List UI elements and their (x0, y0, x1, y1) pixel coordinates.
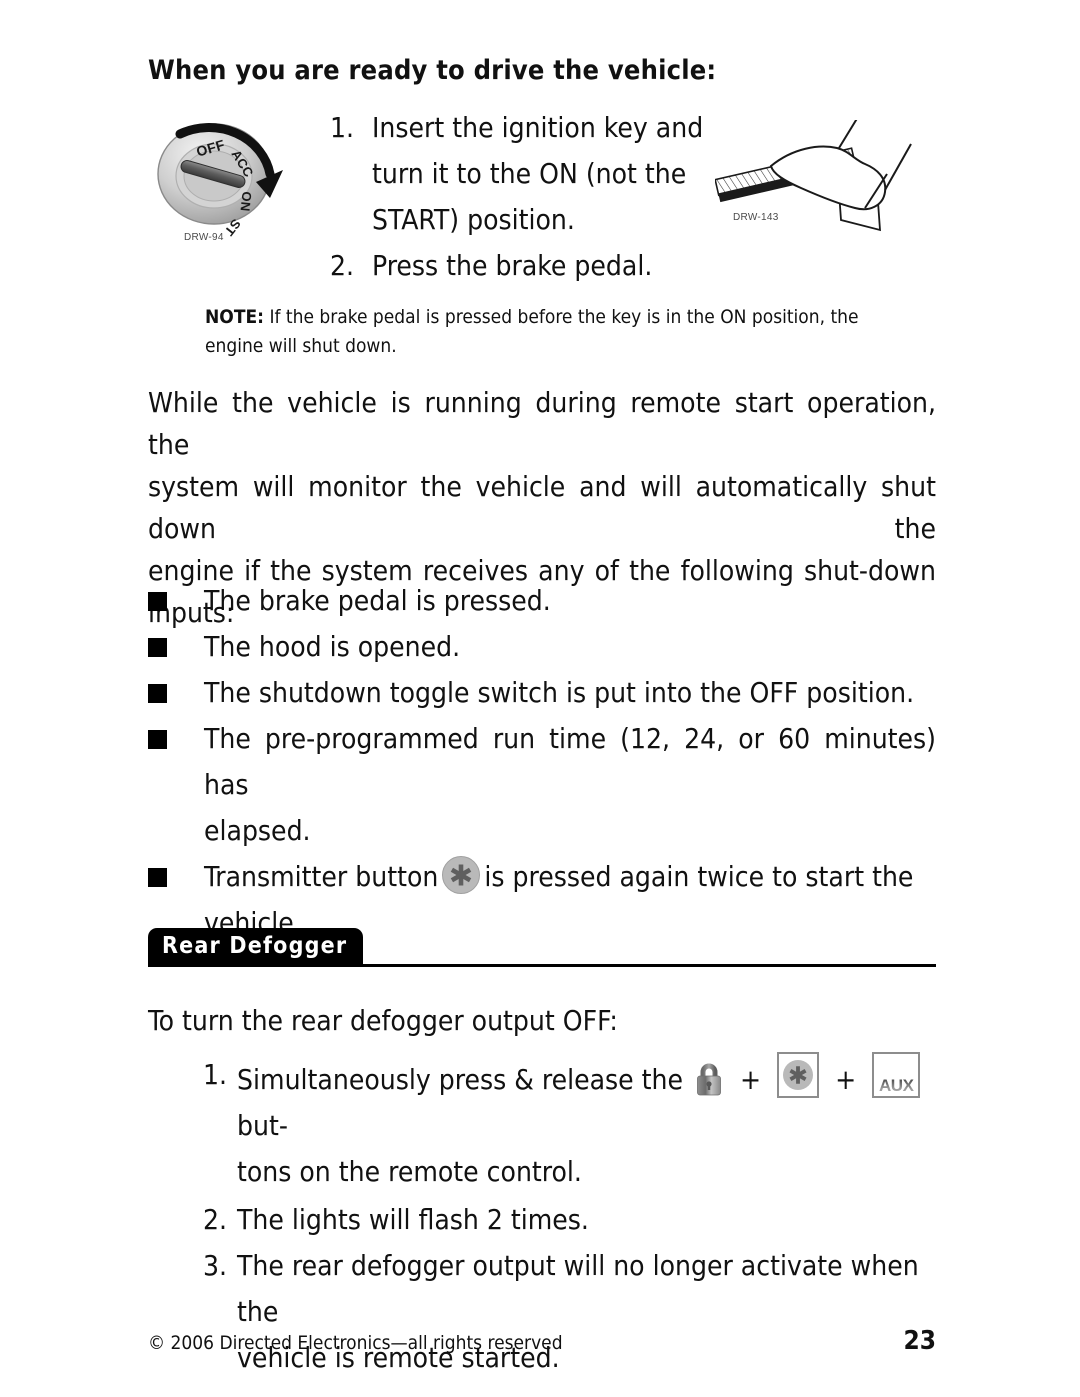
defogger-intro-text: To turn the rear defogger output OFF: (148, 1004, 618, 1037)
manual-page: When you are ready to drive the vehicle: (0, 0, 1080, 1397)
note-text: If the brake pedal is pressed before the… (205, 306, 859, 357)
shutdown-inputs-list: The brake pedal is pressed. The hood is … (148, 578, 936, 946)
note-block: NOTE: If the brake pedal is pressed befo… (205, 303, 905, 361)
defogger-step-2-text: The lights will flash 2 times. (237, 1203, 589, 1236)
defogger-step-2-number: 2. (203, 1203, 228, 1236)
square-bullet-icon (148, 854, 204, 887)
bullet-text-3: The shutdown toggle switch is put into t… (204, 676, 915, 709)
plus-sign-2: + (835, 1063, 857, 1096)
defogger-step-3-number: 3. (203, 1249, 228, 1282)
paragraph-line-2: system will monitor the vehicle and will… (148, 470, 936, 545)
list-item: The pre-programmed run time (12, 24, or … (148, 716, 936, 854)
bullet-text-2: The hood is opened. (204, 630, 461, 663)
bullet-4-line-1: The pre-programmed run time (12, 24, or … (204, 722, 936, 801)
step-1-text: Insert the ignition key and turn it to t… (372, 105, 725, 243)
section-divider (148, 964, 936, 967)
defogger-step-1-pre: Simultaneously press & release the (237, 1063, 683, 1096)
defogger-step-1-line-2: tons on the remote control. (237, 1155, 582, 1188)
bullet-text-4: The pre-programmed run time (12, 24, or … (204, 716, 936, 854)
section-tab-label: Rear Defogger (148, 928, 364, 964)
defogger-step-3-line-1: The rear defogger output will no longer … (237, 1249, 919, 1328)
lock-button-icon (694, 1062, 724, 1098)
plus-sign-1: + (740, 1063, 762, 1096)
transmitter-star-button-icon (442, 856, 481, 894)
star-button-icon (777, 1052, 820, 1098)
asterisk-icon (789, 1066, 807, 1084)
step-2: 2. Press the brake pedal. (330, 243, 725, 289)
step-2-number: 2. (330, 249, 355, 282)
square-bullet-icon (148, 624, 204, 657)
bullet-5-post: is pressed again twice to start the (484, 860, 914, 893)
ignition-drw-caption: DRW-94 (184, 232, 224, 243)
defogger-step-2: 2. The lights will flash 2 times. (203, 1197, 936, 1243)
defogger-step-1: 1. Simultaneously press & release the + … (203, 1052, 936, 1195)
aux-button-label: AUX (874, 1063, 918, 1109)
paragraph-line-1: While the vehicle is running during remo… (148, 386, 936, 461)
defogger-step-1-text: Simultaneously press & release the + + A… (237, 1052, 936, 1195)
square-bullet-icon (148, 716, 204, 749)
ignition-label-on: ON (237, 190, 255, 213)
bullet-4-line-2: elapsed. (204, 814, 311, 847)
step-2-text: Press the brake pedal. (372, 249, 653, 282)
footer-copyright: © 2006 Directed Electronics—all rights r… (148, 1332, 563, 1354)
asterisk-icon (451, 864, 472, 886)
list-item: The brake pedal is pressed. (148, 578, 936, 624)
list-item: The shutdown toggle switch is put into t… (148, 670, 936, 716)
step-1-line-1: Insert the ignition key and (372, 111, 704, 144)
bullet-text-1: The brake pedal is pressed. (204, 584, 551, 617)
defogger-step-1-number: 1. (203, 1058, 228, 1091)
step-1-number: 1. (330, 111, 355, 144)
pedal-drw-caption: DRW-143 (733, 212, 779, 223)
defogger-step-3: 3. The rear defogger output will no long… (203, 1243, 936, 1381)
brake-pedal-illustration: DRW-143 (714, 111, 940, 240)
padlock-icon (697, 1063, 721, 1096)
square-bullet-icon (148, 670, 204, 703)
defogger-step-1-post: but- (237, 1109, 288, 1142)
drive-vehicle-steps: 1. Insert the ignition key and turn it t… (330, 105, 725, 289)
ignition-switch-illustration: OFF ACC ON ST DRW-94 (152, 108, 332, 258)
step-1: 1. Insert the ignition key and turn it t… (330, 105, 725, 243)
page-number: 23 (903, 1326, 936, 1356)
page-heading: When you are ready to drive the vehicle: (148, 55, 717, 86)
aux-button-icon: AUX (872, 1052, 921, 1098)
bullet-5-pre: Transmitter button (204, 860, 439, 893)
step-1-line-3: START) position. (372, 203, 575, 236)
defogger-step-3-text: The rear defogger output will no longer … (237, 1243, 936, 1381)
note-label: NOTE: (205, 306, 265, 328)
square-bullet-icon (148, 578, 204, 611)
list-item: The hood is opened. (148, 624, 936, 670)
section-header-rear-defogger: Rear Defogger (148, 928, 936, 974)
step-1-line-2: turn it to the ON (not the (372, 157, 687, 190)
